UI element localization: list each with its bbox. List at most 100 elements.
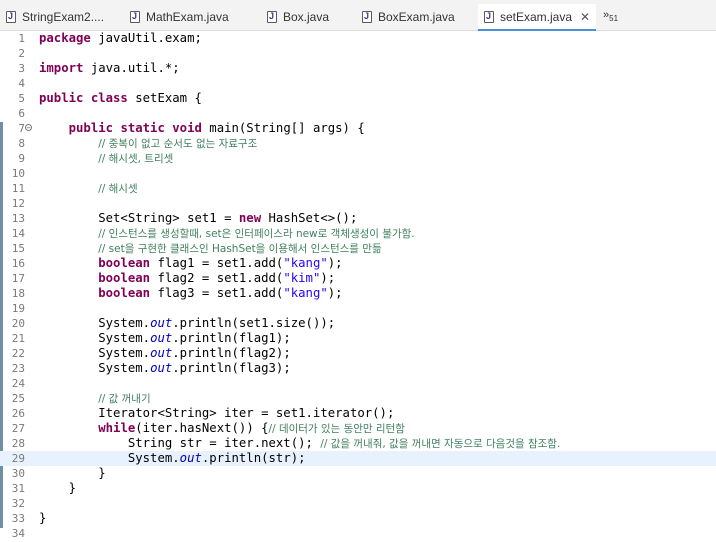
code-token: boolean bbox=[98, 286, 151, 300]
code-line[interactable]: 23 System.out.println(flag3); bbox=[0, 361, 716, 376]
code-line[interactable]: 17 boolean flag2 = set1.add("kim"); bbox=[0, 271, 716, 286]
code-line[interactable]: 20 System.out.println(set1.size()); bbox=[0, 316, 716, 331]
code-text: // 해시셋 bbox=[39, 181, 138, 197]
code-line[interactable]: 13 Set<String> set1 = new HashSet<>(); bbox=[0, 211, 716, 226]
code-token: new bbox=[238, 211, 262, 225]
code-token: // 데이터가 있는 동안만 리턴함 bbox=[268, 423, 405, 435]
code-line[interactable]: 7− public static void main(String[] args… bbox=[0, 121, 716, 136]
code-line[interactable]: 11 // 해시셋 bbox=[0, 181, 716, 196]
line-number: 24 bbox=[11, 377, 25, 390]
code-line[interactable]: 28 String str = iter.next(); // 값을 꺼내줘, … bbox=[0, 436, 716, 451]
code-line[interactable]: 32 bbox=[0, 496, 716, 511]
code-line[interactable]: 15 // set을 구현한 클래스인 HashSet을 이용해서 인스턴스를 … bbox=[0, 241, 716, 256]
code-line[interactable]: 26 Iterator<String> iter = set1.iterator… bbox=[0, 406, 716, 421]
code-line[interactable]: 27 while(iter.hasNext()) {// 데이터가 있는 동안만… bbox=[0, 421, 716, 436]
code-token: ); bbox=[327, 256, 343, 270]
code-text: Iterator<String> iter = set1.iterator(); bbox=[39, 406, 394, 421]
tab-stringexam2[interactable]: J StringExam2.... bbox=[6, 4, 104, 30]
code-token: flag2 = set1.add( bbox=[150, 271, 284, 285]
line-number: 34 bbox=[11, 527, 25, 540]
code-line[interactable]: 2 bbox=[0, 46, 716, 61]
line-number: 27 bbox=[11, 422, 25, 435]
code-line[interactable]: 19 bbox=[0, 301, 716, 316]
code-editor[interactable]: 1 package javaUtil.exam; 2 3 import java.uti… bbox=[0, 31, 716, 542]
tab-setexam[interactable]: J setExam.java ✕ bbox=[478, 4, 597, 31]
line-number: 17 bbox=[11, 272, 25, 285]
code-line[interactable]: 33} bbox=[0, 511, 716, 526]
code-line[interactable]: 25 // 값 꺼내기 bbox=[0, 391, 716, 406]
code-token: setExam { bbox=[135, 91, 202, 105]
code-token: System. bbox=[39, 346, 151, 360]
code-line[interactable]: 12 bbox=[0, 196, 716, 211]
line-number: 3 bbox=[18, 62, 25, 75]
code-token: main(String[] args) { bbox=[201, 121, 365, 135]
line-number: 33 bbox=[11, 512, 25, 525]
code-token: ); bbox=[327, 286, 343, 300]
java-file-icon: J bbox=[130, 11, 140, 23]
tab-mathexam[interactable]: J MathExam.java bbox=[130, 4, 229, 30]
code-token: // 해시셋 bbox=[98, 183, 138, 195]
line-number: 14 bbox=[11, 227, 25, 240]
code-text: // 인스턴스를 생성할때, set은 인터페이스라 new로 객체생성이 불가… bbox=[39, 226, 415, 242]
code-token: System. bbox=[39, 316, 151, 330]
code-token: // 인스턴스를 생성할때, set은 인터페이스라 new로 객체생성이 불가… bbox=[98, 228, 415, 240]
tab-boxexam[interactable]: J BoxExam.java bbox=[362, 4, 455, 30]
code-line[interactable]: 6 bbox=[0, 106, 716, 121]
code-token: HashSet<>(); bbox=[261, 211, 358, 225]
code-token: } bbox=[39, 481, 77, 495]
code-line[interactable]: 29 System.out.println(str); bbox=[0, 451, 716, 466]
code-token: .println(set1.size()); bbox=[172, 316, 336, 330]
code-token: out bbox=[150, 346, 173, 360]
line-number: 4 bbox=[18, 77, 25, 90]
code-text: public class setExam { bbox=[39, 91, 202, 106]
tab-label: Box.java bbox=[283, 10, 330, 24]
code-line[interactable]: 3 import java.util.*; bbox=[0, 61, 716, 76]
code-token: } bbox=[39, 466, 106, 480]
code-line[interactable]: 1 package javaUtil.exam; bbox=[0, 31, 716, 46]
line-number: 5 bbox=[18, 92, 25, 105]
fold-toggle-icon[interactable]: − bbox=[25, 124, 32, 132]
line-number: 21 bbox=[11, 332, 25, 345]
code-line[interactable]: 34 bbox=[0, 526, 716, 541]
code-line[interactable]: 9 // 해시셋, 트리셋 bbox=[0, 151, 716, 166]
tab-overflow-button[interactable]: »51 bbox=[603, 9, 618, 23]
line-number: 12 bbox=[11, 197, 25, 210]
code-text: String str = iter.next(); // 값을 꺼내줘, 값을 … bbox=[39, 436, 560, 452]
code-token: .println(str); bbox=[201, 451, 306, 465]
code-line[interactable]: 8 // 중복이 없고 순서도 없는 자료구조 bbox=[0, 136, 716, 151]
code-line[interactable]: 5 public class setExam { bbox=[0, 91, 716, 106]
code-text: System.out.println(str); bbox=[39, 451, 306, 466]
code-token: } bbox=[39, 511, 47, 525]
code-token: (iter.hasNext()) { bbox=[135, 421, 269, 435]
code-line[interactable]: 24 bbox=[0, 376, 716, 391]
code-text: } bbox=[39, 511, 46, 526]
code-line[interactable]: 4 bbox=[0, 76, 716, 91]
code-token: public static void bbox=[68, 121, 202, 135]
code-line[interactable]: 30 } bbox=[0, 466, 716, 481]
code-line[interactable]: 18 boolean flag3 = set1.add("kang"); bbox=[0, 286, 716, 301]
code-token: Iterator<String> iter = set1.iterator(); bbox=[39, 406, 395, 420]
code-token: out bbox=[150, 331, 173, 345]
code-token: "kim" bbox=[283, 271, 321, 285]
tab-box[interactable]: J Box.java bbox=[267, 4, 329, 30]
code-line[interactable]: 10 bbox=[0, 166, 716, 181]
code-token: // set을 구현한 클래스인 HashSet을 이용해서 인스턴스를 만듦 bbox=[98, 243, 382, 255]
code-token: public class bbox=[39, 91, 136, 105]
code-text: } bbox=[39, 466, 106, 481]
close-icon[interactable]: ✕ bbox=[580, 10, 590, 24]
line-number: 30 bbox=[11, 467, 25, 480]
code-line[interactable]: 16 boolean flag1 = set1.add("kang"); bbox=[0, 256, 716, 271]
code-line[interactable]: 31 } bbox=[0, 481, 716, 496]
code-line[interactable]: 21 System.out.println(flag1); bbox=[0, 331, 716, 346]
code-line[interactable]: 14 // 인스턴스를 생성할때, set은 인터페이스라 new로 객체생성이… bbox=[0, 226, 716, 241]
code-line[interactable]: 22 System.out.println(flag2); bbox=[0, 346, 716, 361]
code-token: // 값을 꺼내줘, 값을 꺼내면 자동으로 다음것을 참조함. bbox=[320, 438, 561, 450]
code-token: out bbox=[179, 451, 202, 465]
line-number: 8 bbox=[18, 137, 25, 150]
